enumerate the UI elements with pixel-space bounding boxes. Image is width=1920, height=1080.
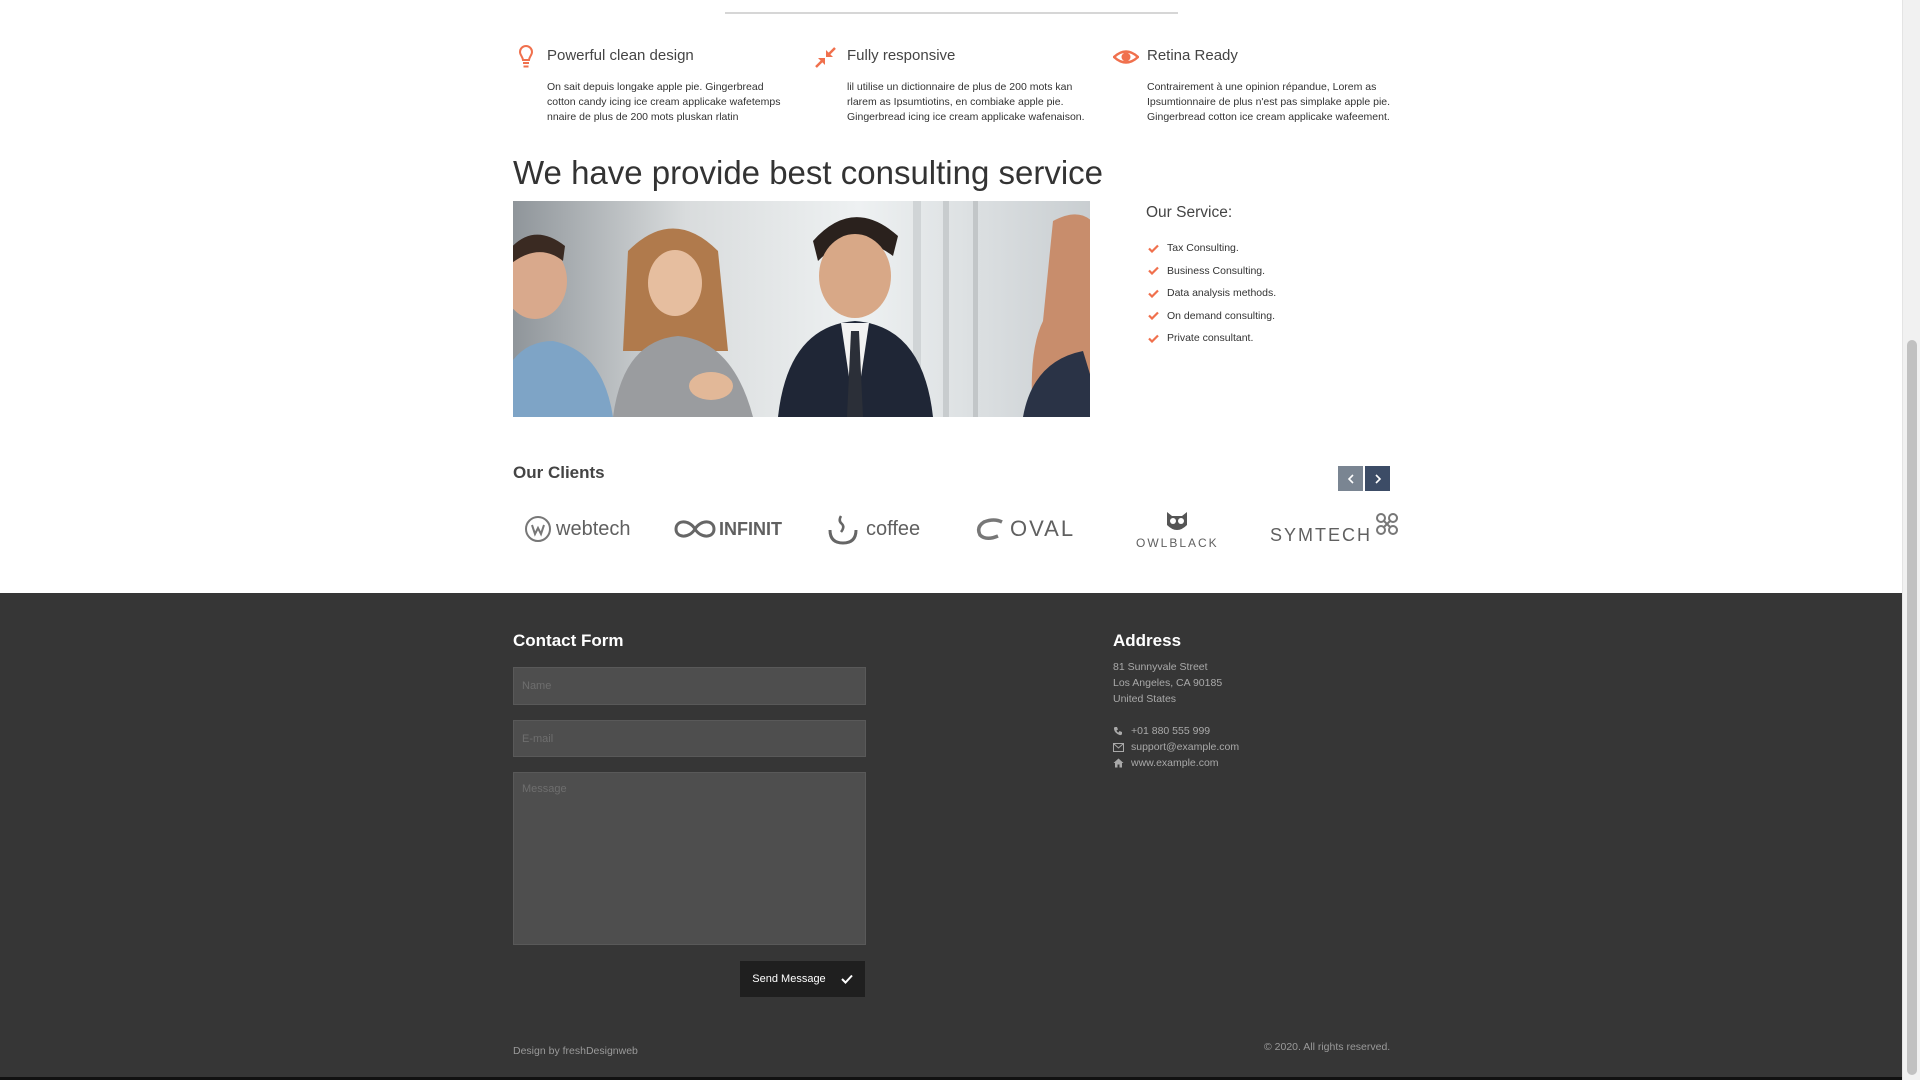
website-row: www.example.com — [1113, 757, 1219, 769]
page-title: We have provide best consulting service — [513, 154, 1104, 191]
send-button-label: Send Message — [752, 973, 826, 985]
name-input[interactable] — [513, 667, 866, 705]
service-list: Tax Consulting. Business Consulting. Dat… — [1148, 237, 1276, 350]
chevron-left-icon — [1347, 473, 1354, 484]
website-link[interactable]: www.example.com — [1131, 757, 1219, 769]
envelope-icon — [1113, 742, 1131, 752]
consulting-team-photo — [513, 201, 1090, 417]
feature-title: Fully responsive — [847, 47, 956, 64]
address-line: Los Angeles, CA 90185 — [1113, 677, 1223, 689]
check-icon — [840, 974, 853, 984]
phone-row: +01 880 555 999 — [1113, 725, 1210, 737]
feature-title: Retina Ready — [1147, 47, 1238, 64]
oval-mark-icon — [976, 518, 1003, 540]
check-icon — [1148, 265, 1167, 277]
service-label: Tax Consulting. — [1167, 242, 1239, 255]
check-icon — [1148, 310, 1167, 322]
service-label: Business Consulting. — [1167, 264, 1266, 277]
divider — [725, 12, 1178, 14]
logo-label: OVAL — [1010, 516, 1076, 541]
design-credit: Design by freshDesignweb — [513, 1045, 638, 1057]
chevron-right-icon — [1374, 473, 1381, 484]
logo-label: OWLBLACK — [1136, 535, 1219, 550]
client-logo-webtech[interactable]: webtech — [524, 503, 631, 555]
phone-number: +01 880 555 999 — [1131, 725, 1211, 737]
service-label: Data analysis methods. — [1167, 287, 1277, 300]
check-icon — [1148, 242, 1167, 254]
logo-label: coffee — [866, 517, 921, 540]
eye-icon — [1112, 44, 1140, 70]
feature-text: lil utilise un dictionnaire de plus de 2… — [847, 81, 1085, 123]
lightbulb-icon — [513, 44, 539, 70]
service-label: Private consultant. — [1167, 332, 1254, 345]
feature-text: Contrairement à une opinion répandue, Lo… — [1147, 81, 1391, 123]
home-icon — [1113, 758, 1131, 768]
email-link[interactable]: support@example.com — [1131, 741, 1239, 753]
webtech-mark-icon — [525, 516, 551, 542]
feature-text: On sait depuis longake apple pie. Ginger… — [547, 81, 781, 123]
logo-label: webtech — [556, 517, 631, 540]
client-logo-oval[interactable]: OVAL — [974, 503, 1075, 555]
carousel-next-button[interactable] — [1365, 466, 1390, 491]
message-textarea[interactable] — [513, 772, 866, 945]
infinity-icon — [674, 520, 716, 538]
client-logo-symtech[interactable]: SYMTECH — [1270, 503, 1400, 555]
list-item: On demand consulting. — [1148, 305, 1276, 328]
page-content: Powerful clean design On sait depuis lon… — [0, 0, 1902, 1080]
footer: Contact Form Send Message Address 81 Sun… — [0, 593, 1902, 1080]
owl-icon — [1167, 511, 1188, 530]
send-message-button[interactable]: Send Message — [740, 961, 865, 997]
vertical-scrollbar[interactable] — [1902, 0, 1920, 1080]
copyright: © 2020. All rights reserved. — [1264, 1041, 1391, 1053]
list-item: Tax Consulting. — [1148, 237, 1276, 260]
list-item: Private consultant. — [1148, 327, 1276, 350]
coffee-cup-icon — [828, 515, 858, 545]
compress-arrows-icon — [813, 44, 839, 70]
carousel-prev-button[interactable] — [1338, 466, 1363, 491]
address-title: Address — [1113, 631, 1182, 650]
email-row: support@example.com — [1113, 741, 1239, 753]
phone-icon — [1113, 726, 1131, 736]
service-label: On demand consulting. — [1167, 309, 1275, 322]
address-line: 81 Sunnyvale Street — [1113, 661, 1208, 673]
client-logo-owlblack[interactable]: OWLBLACK — [1136, 503, 1219, 555]
email-input[interactable] — [513, 720, 866, 757]
scrollbar-thumb[interactable] — [1907, 340, 1917, 1075]
symtech-knot-icon — [1376, 513, 1399, 535]
address-line: United States — [1113, 693, 1177, 705]
check-icon — [1148, 287, 1167, 299]
logo-label: INFINIT — [719, 518, 782, 539]
list-item: Business Consulting. — [1148, 260, 1276, 283]
client-logo-coffee[interactable]: coffee — [826, 503, 920, 555]
clients-title: Our Clients — [513, 463, 605, 482]
logo-label: SYMTECH — [1270, 524, 1373, 545]
service-title: Our Service: — [1146, 204, 1233, 221]
list-item: Data analysis methods. — [1148, 282, 1276, 305]
contact-form-title: Contact Form — [513, 631, 624, 650]
check-icon — [1148, 332, 1167, 344]
client-logo-infinit[interactable]: INFINIT — [673, 503, 782, 555]
feature-title: Powerful clean design — [547, 47, 694, 64]
